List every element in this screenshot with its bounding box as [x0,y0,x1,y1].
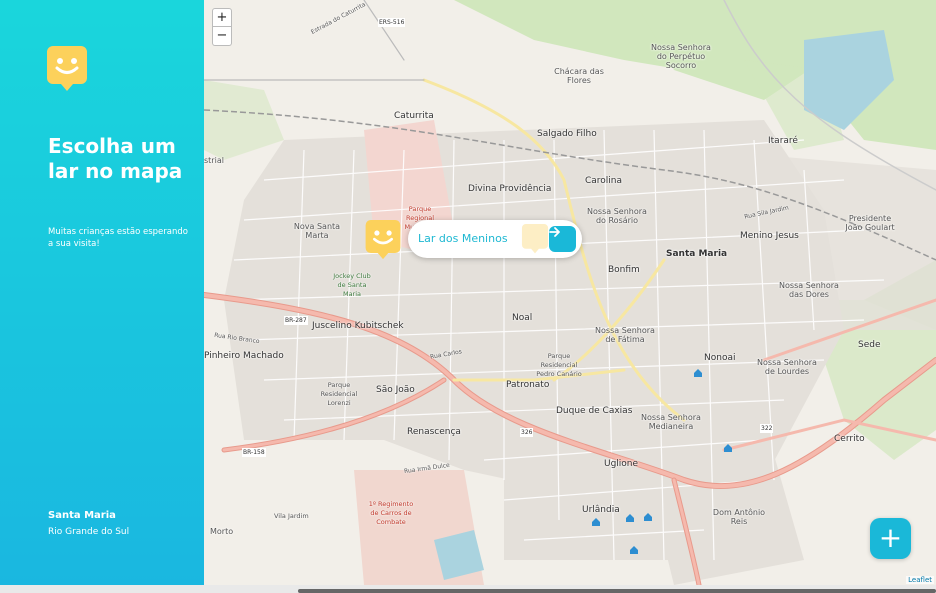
road-shield: BR-158 [242,448,266,457]
road-shield: BR-287 [284,316,308,325]
map-label: Pinheiro Machado [204,351,284,361]
map-label: Sede [858,340,881,350]
home-marker-icon [521,224,549,254]
map-label: Renascença [407,427,461,437]
map-label: Nossa Senhora do Rosário [587,207,647,225]
scrollbar-thumb[interactable] [298,589,936,593]
map-label: Divina Providência [468,184,552,194]
map-label: Nossa Senhora de Lourdes [757,358,817,376]
road-shield: ERS-516 [378,18,406,27]
map-label: Jockey Club de Santa Maria [333,272,371,298]
popup-home-name: Lar dos Meninos [418,232,508,245]
location-city: Santa Maria [48,510,116,521]
map-label: Carolina [585,176,623,186]
home-marker-icon[interactable] [364,220,402,260]
map-label: Duque de Caxias [556,406,633,416]
map-attribution-link[interactable]: Leaflet [906,576,934,584]
map-label: Nova Santa Marta [293,222,341,240]
map-label: 1º Regimento de Carros de Combate [368,500,414,526]
marker-popup[interactable]: Lar dos Meninos [408,220,582,258]
map-canvas[interactable]: Caturrita Salgado Filho Divina Providênc… [204,0,936,585]
map-label: Urlândia [582,505,620,515]
map-label: Nossa Senhora Medianeira [641,413,701,431]
map-label: Nossa Senhora de Fátima [595,326,655,344]
map-label-city: Santa Maria [666,249,728,259]
map-label: Morto [210,527,234,536]
arrow-right-icon [549,227,560,237]
map-label: Chácara das Flores [554,67,604,85]
map-label: Nossa Senhora das Dores [779,281,839,299]
add-home-button[interactable]: + [870,518,911,559]
map-label: Vila Jardim [274,512,309,520]
map-label: Cerrito [834,434,865,444]
map-label: Juscelino Kubitschek [312,321,404,331]
map-label: Presidente João Goulart [845,214,895,232]
map-label: Patronato [506,380,550,390]
app: Escolha um lar no mapa Muitas crianças e… [0,0,936,593]
location-state: Rio Grande do Sul [48,527,130,537]
map-label: Menino Jesus [740,231,799,241]
open-home-button[interactable] [549,226,576,252]
map-label: Bonfim [608,265,640,275]
map-label: Itararé [768,136,798,146]
map-label: Nossa Senhora do Perpétuo Socorro [651,43,711,70]
map-label: strial [204,156,224,165]
map-label: São João [376,385,415,395]
map-label: Noal [512,313,533,323]
map-label: Caturrita [394,111,434,121]
sidebar: Escolha um lar no mapa Muitas crianças e… [0,0,204,585]
zoom-out-button[interactable]: − [212,27,232,46]
map-label: Parque Residencial Pedro Canário [536,352,582,378]
map-label: Nonoai [704,353,736,363]
page-subtitle: Muitas crianças estão esperando a sua vi… [48,227,188,249]
map-label: Parque Residencial Lorenzi [320,381,358,407]
road-shield: 322 [760,424,774,433]
logo-smiley-icon [47,46,87,91]
page-title: Escolha um lar no mapa [48,134,183,183]
zoom-in-button[interactable]: + [212,8,232,27]
road-shield: 326 [520,428,534,437]
map-label: Uglione [604,459,639,469]
map-label: Dom Antônio Reis [712,508,766,526]
map-label: Salgado Filho [537,129,597,139]
